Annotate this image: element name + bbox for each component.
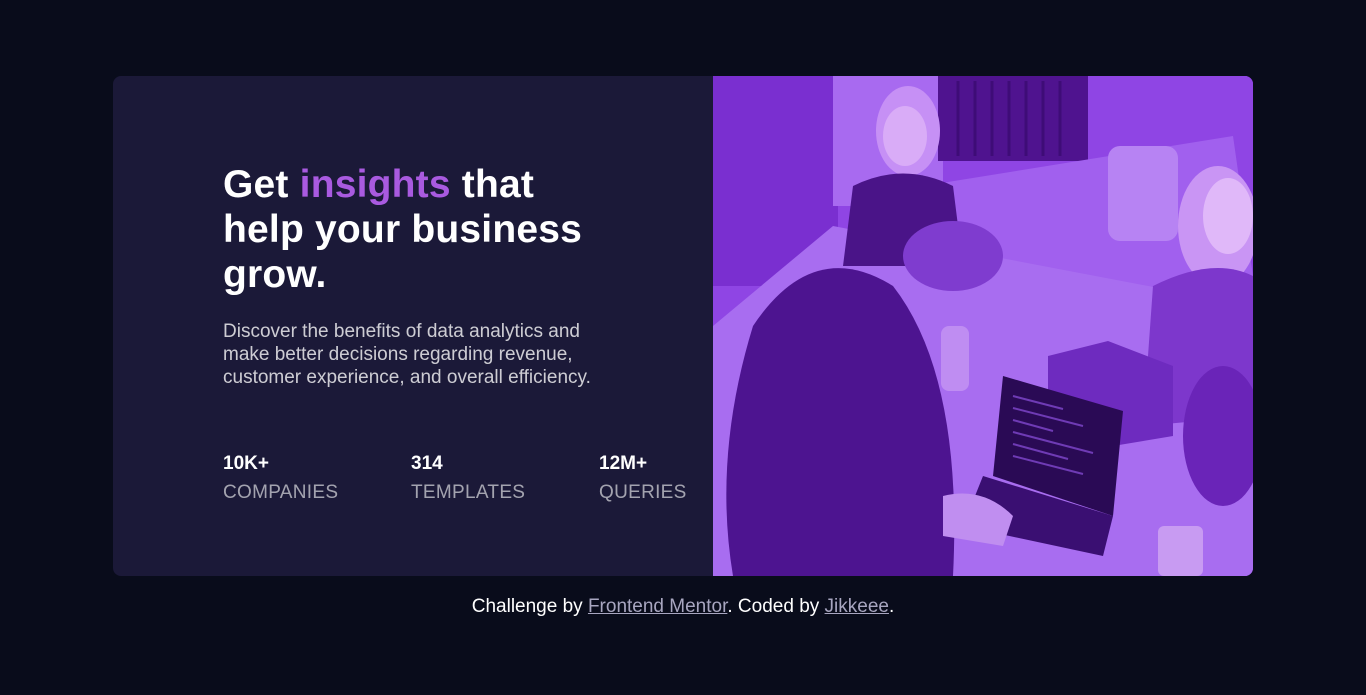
attribution-suffix: . [888,596,895,617]
stat-value: 314 [411,453,443,474]
mug [1158,526,1203,576]
author-link[interactable]: Jikkeee [825,596,889,617]
attribution: Challenge by Frontend Mentor. Coded by J… [0,595,1366,619]
people-working-photo [713,76,1253,576]
stats-preview-card: Get insights that help your business gro… [113,76,1253,576]
photo-illustration [713,76,1253,576]
headline-part1: Get [223,163,300,206]
description: Discover the benefits of data analytics … [223,321,591,388]
card-content: Get insights that help your business gro… [113,76,713,576]
stat-companies: 10K+ COMPANIES [223,453,338,504]
stat-templates: 314 TEMPLATES [411,453,525,504]
frontend-mentor-link[interactable]: Frontend Mentor [588,596,727,617]
stats-list: 10K+ COMPANIES 314 TEMPLATES 12M+ QUERIE… [223,453,703,513]
attribution-middle: . Coded by [727,596,825,617]
stat-value: 12M+ [599,453,648,474]
headline-accent: insights [299,163,451,206]
flowers [903,221,1003,291]
headline: Get insights that help your business gro… [223,162,623,297]
vase [941,326,969,391]
attribution-prefix: Challenge by [471,596,588,617]
stat-label: TEMPLATES [411,482,526,503]
stat-value: 10K+ [223,453,269,474]
stat-label: QUERIES [599,482,687,503]
person-right-face [1203,178,1253,254]
stat-queries: 12M+ QUERIES [599,453,687,504]
stat-label: COMPANIES [223,482,339,503]
person-face [883,106,927,166]
radiator [938,76,1088,161]
chair [1108,146,1178,241]
